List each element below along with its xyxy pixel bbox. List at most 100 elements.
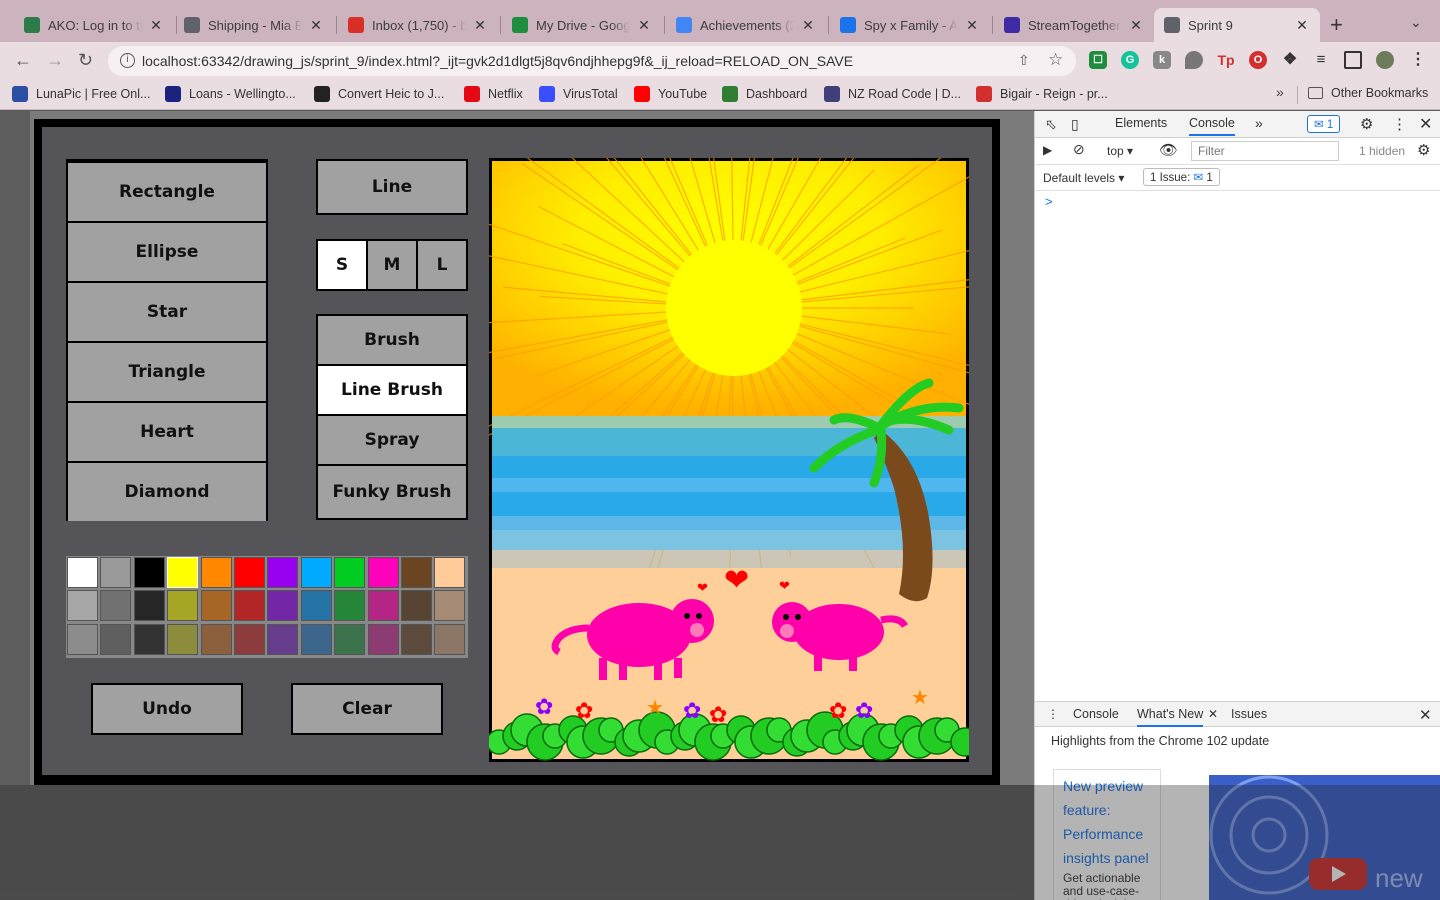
size-small-button[interactable]: S (318, 241, 366, 289)
bookmark-item[interactable]: Netflix (464, 86, 523, 102)
size-medium-button[interactable]: M (368, 241, 416, 289)
star-button[interactable]: Star (68, 283, 266, 341)
color-swatch[interactable] (300, 623, 332, 655)
clear-console-icon[interactable]: ⊘ (1073, 141, 1085, 158)
color-swatch[interactable] (200, 590, 232, 622)
tp-extension-icon[interactable]: Tp (1217, 51, 1235, 69)
reload-icon[interactable]: ↻ (78, 50, 93, 71)
close-tab-icon[interactable]: ✕ (800, 17, 816, 34)
device-toggle-icon[interactable]: ▯ (1071, 116, 1079, 133)
close-tab-icon[interactable]: ✕ (308, 17, 324, 34)
url-text[interactable]: localhost:63342/drawing_js/sprint_9/inde… (142, 53, 853, 69)
color-swatch[interactable] (334, 590, 366, 622)
opera-icon[interactable]: O (1249, 51, 1267, 69)
color-swatch[interactable] (133, 623, 165, 655)
color-swatch[interactable] (167, 557, 199, 588)
color-swatch[interactable] (367, 623, 399, 655)
color-swatch[interactable] (300, 557, 332, 588)
address-bar[interactable]: i localhost:63342/drawing_js/sprint_9/in… (108, 46, 1076, 76)
bookmark-item[interactable]: NZ Road Code | D... (824, 86, 961, 102)
bookmark-item[interactable]: Dashboard (722, 86, 807, 102)
tab-search-icon[interactable]: ⌄ (1410, 14, 1422, 31)
color-swatch[interactable] (234, 590, 265, 622)
avatar[interactable] (1376, 51, 1394, 69)
other-bookmarks[interactable]: Other Bookmarks (1308, 86, 1428, 100)
close-tab-icon[interactable]: ✕ (1128, 17, 1144, 34)
whats-new-video[interactable]: new (1209, 775, 1440, 900)
drawer-tab-issues[interactable]: Issues (1231, 707, 1267, 721)
feature-link[interactable]: New preview feature: Performance insight… (1063, 774, 1151, 870)
color-swatch[interactable] (67, 623, 98, 655)
color-swatch[interactable] (100, 557, 132, 588)
settings-gear-icon[interactable]: ⚙ (1360, 115, 1373, 133)
color-swatch[interactable] (434, 590, 466, 622)
size-large-button[interactable]: L (418, 241, 466, 289)
close-whats-new-icon[interactable]: ✕ (1208, 707, 1218, 721)
color-swatch[interactable] (67, 557, 98, 588)
color-swatch[interactable] (267, 557, 299, 588)
color-swatch[interactable] (167, 590, 199, 622)
live-expression-eye-icon[interactable]: 👁 (1159, 141, 1178, 159)
close-drawer-icon[interactable]: ✕ (1419, 706, 1432, 724)
more-options-icon[interactable]: ⋮ (1392, 115, 1407, 133)
console-prompt[interactable]: > (1045, 194, 1053, 209)
bookmark-item[interactable]: Loans - Wellingto... (165, 86, 296, 102)
color-swatch[interactable] (434, 623, 466, 655)
browser-tab[interactable]: AKO: Log in to the site ✕ (14, 8, 174, 42)
color-swatch[interactable] (401, 623, 432, 655)
color-swatch[interactable] (234, 557, 265, 588)
whats-new-card[interactable]: New preview feature: Performance insight… (1053, 769, 1161, 900)
line-brush-button[interactable]: Line Brush (318, 366, 466, 414)
bookmark-star-icon[interactable]: ☆ (1048, 50, 1063, 70)
undo-button[interactable]: Undo (91, 683, 243, 735)
color-swatch[interactable] (100, 623, 132, 655)
new-tab-button[interactable]: + (1330, 12, 1343, 38)
ellipse-button[interactable]: Ellipse (68, 223, 266, 281)
color-swatch[interactable] (434, 557, 466, 588)
bookmark-item[interactable]: Bigair - Reign - pr... (976, 86, 1108, 102)
menu-icon[interactable]: ⋮ (1409, 51, 1427, 69)
more-tabs-icon[interactable]: » (1255, 115, 1263, 131)
close-tab-icon[interactable]: ✕ (148, 17, 164, 34)
info-icon[interactable]: i (120, 53, 135, 68)
inspect-icon[interactable]: ⬁ (1045, 116, 1057, 133)
browser-tab[interactable]: Achievements (2 ✕ (666, 8, 826, 42)
browser-tab[interactable]: Spy x Family - Anime ✕ (830, 8, 990, 42)
browser-tab[interactable]: Sprint 9 ✕ (1154, 8, 1320, 42)
forward-icon[interactable]: → (46, 50, 64, 71)
color-swatch[interactable] (100, 590, 132, 622)
drawer-tab-console[interactable]: Console (1073, 707, 1119, 721)
browser-tab[interactable]: Inbox (1,750) - be ✕ (338, 8, 498, 42)
spray-button[interactable]: Spray (318, 416, 466, 464)
close-tab-icon[interactable]: ✕ (1294, 17, 1310, 34)
rectangle-button[interactable]: Rectangle (68, 163, 266, 221)
close-tab-icon[interactable]: ✕ (964, 17, 980, 34)
diamond-button[interactable]: Diamond (68, 463, 266, 521)
triangle-button[interactable]: Triangle (68, 343, 266, 401)
color-swatch[interactable] (267, 590, 299, 622)
side-panel-icon[interactable] (1344, 51, 1362, 69)
share-icon[interactable]: ⇧ (1018, 52, 1030, 69)
color-swatch[interactable] (234, 623, 265, 655)
color-swatch[interactable] (167, 623, 199, 655)
context-selector[interactable]: top ▾ (1107, 144, 1133, 158)
extension-icon-gray[interactable]: k (1153, 51, 1171, 69)
color-swatch[interactable] (334, 557, 366, 588)
color-swatch[interactable] (133, 590, 165, 622)
color-swatch[interactable] (401, 557, 432, 588)
line-button[interactable]: Line (316, 159, 468, 215)
brush-button[interactable]: Brush (318, 316, 466, 364)
grammarly-icon[interactable]: G (1121, 51, 1139, 69)
color-swatch[interactable] (367, 557, 399, 588)
color-swatch[interactable] (367, 590, 399, 622)
heart-button[interactable]: Heart (68, 403, 266, 461)
bookmark-item[interactable]: LunaPic | Free Onl... (12, 86, 150, 102)
bookmark-item[interactable]: YouTube (634, 86, 707, 102)
close-devtools-icon[interactable]: ✕ (1419, 114, 1432, 134)
reading-list-icon[interactable]: ≡ (1312, 51, 1330, 69)
issues-button[interactable]: 1 Issue: ✉ 1 (1143, 168, 1220, 186)
tab-console[interactable]: Console (1189, 116, 1235, 136)
color-swatch[interactable] (300, 590, 332, 622)
extension-icon-green[interactable]: ☐ (1089, 51, 1107, 69)
close-tab-icon[interactable]: ✕ (636, 17, 652, 34)
